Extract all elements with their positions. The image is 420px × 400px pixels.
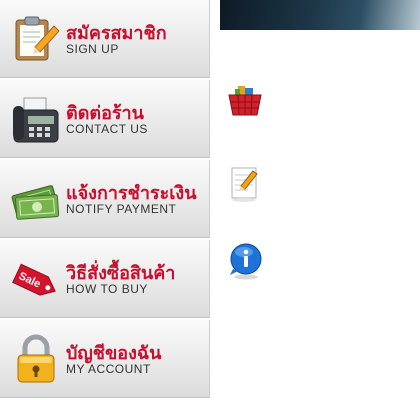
my-account-label-en: MY ACCOUNT	[66, 362, 151, 376]
menu-item-my-account[interactable]: บัญชีของฉัน MY ACCOUNT	[0, 320, 210, 398]
note-pencil-icon[interactable]	[226, 165, 264, 203]
money-icon	[11, 185, 60, 220]
menu-item-contact-us[interactable]: ติดต่อร้าน CONTACT US	[0, 80, 210, 158]
sale-tag-icon: Sale	[12, 263, 56, 296]
clipboard-pencil-icon	[15, 16, 60, 61]
contact-us-label-en: CONTACT US	[66, 122, 148, 136]
side-menu: สมัครสมาชิก SIGN UP ติดต่อร้าน CONTACT U…	[0, 0, 210, 400]
how-to-buy-label-en: HOW TO BUY	[66, 282, 148, 296]
shopping-basket-icon[interactable]	[226, 82, 264, 120]
header-bar	[220, 0, 420, 30]
menu-item-notify-payment[interactable]: แจ้งการชำระเงิน NOTIFY PAYMENT	[0, 160, 210, 238]
notify-payment-label-en: NOTIFY PAYMENT	[66, 202, 177, 216]
menu-item-how-to-buy[interactable]: Sale วิธีสั่งซื้อสินค้า HOW TO BUY	[0, 240, 210, 318]
fax-phone-icon	[13, 97, 59, 143]
padlock-icon	[17, 334, 55, 383]
info-bubble-icon[interactable]	[226, 242, 264, 280]
menu-item-sign-up[interactable]: สมัครสมาชิก SIGN UP	[0, 0, 210, 78]
sign-up-label-en: SIGN UP	[66, 42, 119, 56]
